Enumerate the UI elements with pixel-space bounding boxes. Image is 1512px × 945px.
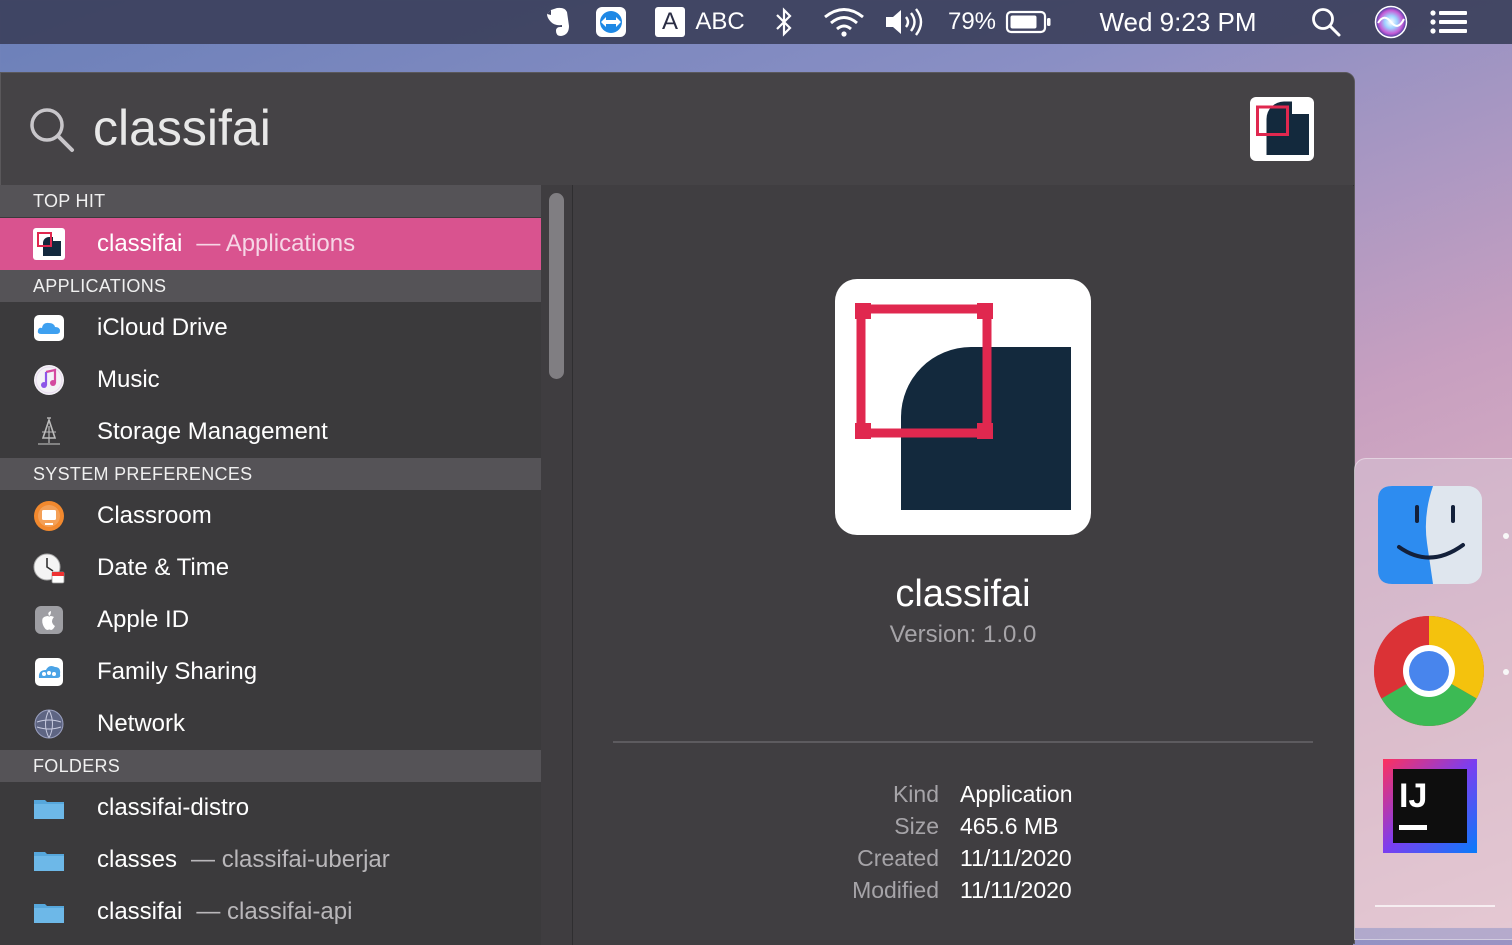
- result-sublabel: — Applications: [196, 230, 356, 257]
- preview-version: Version: 1.0.0: [889, 621, 1037, 648]
- finder-icon[interactable]: [1377, 485, 1483, 589]
- preview-pane: classifai Version: 1.0.0 Kind Applicatio…: [573, 185, 1353, 945]
- meta-value: 11/11/2020: [960, 845, 1072, 871]
- apple-id-icon: [33, 604, 65, 636]
- meta-row-created: Created 11/11/2020: [573, 845, 1353, 877]
- result-top-hit-classifai[interactable]: classifai — Applications: [0, 218, 541, 270]
- result-folder-classes[interactable]: classes — classifai-uberjar: [0, 834, 541, 886]
- battery-percent[interactable]: 79%: [944, 0, 1000, 44]
- meta-row-modified: Modified 11/11/2020: [573, 877, 1353, 909]
- result-label: Classroom: [97, 502, 212, 529]
- wifi-icon[interactable]: [820, 0, 868, 44]
- classifai-app-icon: [33, 228, 65, 260]
- result-label: Storage Management: [97, 418, 328, 445]
- folder-icon: [33, 896, 65, 928]
- meta-key: Kind: [892, 781, 939, 807]
- clock-text: Wed 9:23 PM: [1099, 6, 1257, 37]
- input-source-icon[interactable]: A: [654, 0, 686, 44]
- result-label: Music: [97, 366, 160, 393]
- classifai-app-icon: [835, 279, 1091, 535]
- search-bar: [1, 73, 1354, 186]
- result-apple-id[interactable]: Apple ID: [0, 594, 541, 646]
- result-folder-classifai[interactable]: classifai — classifai-api: [0, 886, 541, 938]
- meta-value: 11/11/2020: [960, 877, 1072, 903]
- results-list[interactable]: TOP HIT classifai — Applications APPLICAT…: [0, 185, 541, 945]
- section-header-applications: APPLICATIONS: [0, 270, 541, 302]
- dock: IJ: [1354, 458, 1512, 940]
- meta-key: Size: [894, 813, 939, 839]
- dock-divider: [1375, 905, 1495, 907]
- intellij-icon-label: IJ: [1399, 777, 1427, 815]
- teamviewer-icon[interactable]: [592, 0, 630, 44]
- result-label: Apple ID: [97, 606, 190, 633]
- music-icon: [33, 364, 65, 396]
- result-label: classifai: [97, 230, 183, 257]
- meta-row-size: Size 465.6 MB: [573, 813, 1353, 845]
- battery-percent-text: 79%: [947, 8, 997, 35]
- result-label: Network: [97, 710, 186, 737]
- family-sharing-icon: [33, 656, 65, 688]
- storage-management-icon: [33, 416, 65, 448]
- preview-divider: [613, 741, 1313, 743]
- result-label: iCloud Drive: [97, 314, 228, 341]
- result-folder-classifai-distro[interactable]: classifai-distro: [0, 782, 541, 834]
- bluetooth-icon[interactable]: [770, 0, 798, 44]
- meta-row-kind: Kind Application: [573, 781, 1353, 813]
- section-header-system-preferences: SYSTEM PREFERENCES: [0, 458, 541, 490]
- icloud-drive-icon: [33, 312, 65, 344]
- section-header-folders: FOLDERS: [0, 750, 541, 782]
- result-storage-management[interactable]: Storage Management: [0, 406, 541, 458]
- menu-bar: A ABC 79% Wed 9:23 PM: [0, 0, 1512, 44]
- network-icon: [33, 708, 65, 740]
- running-indicator: [1503, 669, 1509, 675]
- result-music[interactable]: Music: [0, 354, 541, 406]
- input-source-label[interactable]: ABC: [694, 0, 746, 44]
- control-center-icon[interactable]: [1428, 0, 1470, 44]
- classroom-icon: [33, 500, 65, 532]
- running-indicator: [1503, 533, 1509, 539]
- result-label: Family Sharing: [97, 658, 258, 685]
- folder-icon: [33, 844, 65, 876]
- result-label: classifai-distro: [97, 794, 250, 821]
- siri-icon[interactable]: [1372, 0, 1410, 44]
- result-sublabel: — classifai-uberjar: [191, 846, 390, 873]
- search-input[interactable]: [93, 95, 1193, 161]
- volume-icon[interactable]: [882, 0, 930, 44]
- input-source-letter: A: [655, 7, 685, 37]
- preview-title: classifai: [895, 573, 1031, 615]
- classifai-app-icon: [1250, 97, 1314, 161]
- date-time-icon: [33, 552, 65, 584]
- battery-icon[interactable]: [1004, 0, 1054, 44]
- evernote-icon[interactable]: [540, 0, 576, 44]
- result-label: classes: [97, 846, 178, 873]
- result-date-time[interactable]: Date & Time: [0, 542, 541, 594]
- result-icloud-drive[interactable]: iCloud Drive: [0, 302, 541, 354]
- chrome-icon[interactable]: [1373, 615, 1485, 731]
- meta-value: 465.6 MB: [960, 813, 1059, 839]
- result-label: Date & Time: [97, 554, 230, 581]
- input-source-text: ABC: [695, 8, 745, 35]
- clock[interactable]: Wed 9:23 PM: [1086, 0, 1270, 44]
- folder-icon: [33, 792, 65, 824]
- search-icon: [30, 108, 74, 152]
- result-label: classifai: [97, 898, 183, 925]
- intellij-icon[interactable]: IJ: [1383, 759, 1479, 859]
- result-sublabel: — classifai-api: [196, 898, 353, 925]
- results-scrollbar-thumb[interactable]: [549, 193, 564, 379]
- spotlight-menu-icon[interactable]: [1308, 0, 1344, 44]
- meta-key: Created: [857, 845, 939, 871]
- meta-key: Modified: [852, 877, 939, 903]
- result-network[interactable]: Network: [0, 698, 541, 750]
- section-header-top-hit: TOP HIT: [0, 185, 541, 217]
- result-classroom[interactable]: Classroom: [0, 490, 541, 542]
- meta-value: Application: [960, 781, 1073, 807]
- result-family-sharing[interactable]: Family Sharing: [0, 646, 541, 698]
